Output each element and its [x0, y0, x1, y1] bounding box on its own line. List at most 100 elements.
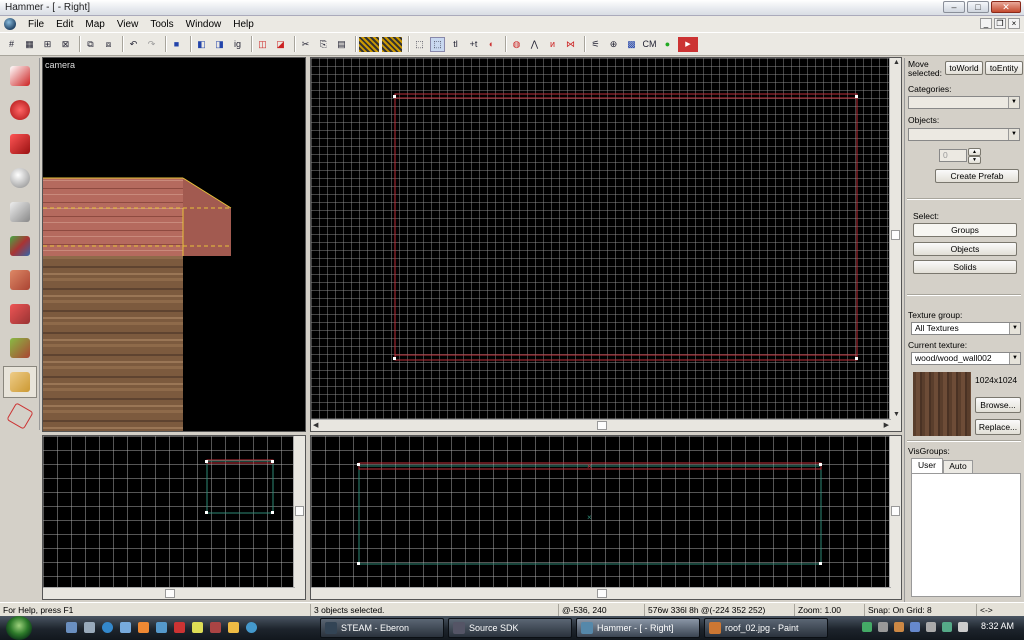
to-entity-button[interactable]: toEntity — [985, 61, 1023, 75]
menu-help[interactable]: Help — [227, 19, 260, 30]
right-viewport[interactable]: ▲ ▼ ◀ ▶ — [310, 57, 902, 432]
smaller-grid-icon[interactable]: ⊞ — [40, 37, 55, 52]
entity-report-icon[interactable]: ◍ — [509, 37, 524, 52]
selection-tool[interactable] — [3, 60, 37, 92]
cm-icon[interactable]: CM — [642, 37, 657, 52]
groups-button[interactable]: Groups — [913, 223, 1017, 237]
magnify-tool[interactable] — [3, 94, 37, 126]
visgroups-list[interactable] — [911, 473, 1021, 597]
ignore-groups-icon[interactable]: ig — [230, 37, 245, 52]
quicklaunch5-icon[interactable] — [228, 622, 239, 633]
tray-icon-1[interactable] — [862, 622, 872, 632]
count-spinner[interactable]: 0 — [939, 149, 967, 162]
mdi-minimize-button[interactable]: _ — [980, 18, 992, 29]
leaf-icon[interactable]: ● — [660, 37, 675, 52]
redo-icon[interactable]: ↷ — [144, 37, 159, 52]
quicklaunch3-icon[interactable] — [192, 622, 203, 633]
show-all-icon[interactable]: ◨ — [212, 37, 227, 52]
toggle-cordon-icon[interactable]: ◫ — [255, 37, 270, 52]
apply-texture-tool[interactable] — [3, 264, 37, 296]
entity-tool[interactable] — [3, 162, 37, 194]
block-tool[interactable] — [3, 196, 37, 228]
app-icon[interactable] — [4, 18, 16, 30]
quicklaunch4-icon[interactable] — [210, 622, 221, 633]
hollow-icon[interactable]: ⧈ — [101, 37, 116, 52]
tl-icon[interactable]: tl — [448, 37, 463, 52]
clipping-tool[interactable] — [3, 366, 37, 398]
larger-grid-icon[interactable]: ⊠ — [58, 37, 73, 52]
task-hammer[interactable]: Hammer - [ - Right] — [576, 618, 700, 638]
texture-tool[interactable] — [3, 230, 37, 262]
copy-icon[interactable]: ⎘ — [316, 37, 331, 52]
spin-down-button[interactable]: ▼ — [968, 156, 981, 164]
overlay-icon[interactable]: ⚟ — [588, 37, 603, 52]
front-viewport-vscroll[interactable] — [293, 436, 305, 599]
globe-icon[interactable]: ⊕ — [606, 37, 621, 52]
displacement-icon[interactable]: ▩ — [624, 37, 639, 52]
group-icon[interactable]: ■ — [169, 37, 184, 52]
carve-icon[interactable]: ⧉ — [83, 37, 98, 52]
ie-icon[interactable] — [102, 622, 113, 633]
menu-view[interactable]: View — [111, 19, 145, 30]
top-viewport-vscroll[interactable] — [889, 436, 901, 599]
quicklaunch6-icon[interactable] — [246, 622, 257, 633]
clip-icon[interactable]: ◐ — [484, 37, 499, 52]
vertex-tool[interactable] — [3, 400, 37, 432]
top-viewport-hscroll[interactable] — [311, 587, 891, 599]
create-prefab-button[interactable]: Create Prefab — [935, 169, 1019, 183]
start-button[interactable] — [6, 616, 32, 640]
replace-button[interactable]: Replace... — [975, 419, 1021, 435]
top-viewport[interactable]: × × — [310, 435, 902, 600]
mdi-restore-button[interactable]: ❐ — [994, 18, 1006, 29]
quicklaunch-icon[interactable] — [156, 622, 167, 633]
run-map-icon[interactable]: ▶ — [678, 36, 698, 52]
quicklaunch2-icon[interactable] — [174, 622, 185, 633]
categories-select[interactable]: ▼ — [908, 96, 1020, 109]
to-world-button[interactable]: toWorld — [945, 61, 983, 75]
front-viewport[interactable] — [42, 435, 306, 600]
close-button[interactable]: ✕ — [991, 1, 1021, 13]
hide-selected-icon[interactable]: ◧ — [194, 37, 209, 52]
undo-icon[interactable]: ↶ — [126, 37, 141, 52]
maximize-button[interactable]: □ — [967, 1, 989, 13]
overlay-tool[interactable] — [3, 332, 37, 364]
tray-icon-4[interactable] — [910, 622, 920, 632]
right-viewport-vscroll[interactable]: ▲ ▼ — [889, 58, 901, 431]
camera-tool[interactable] — [3, 128, 37, 160]
decal-tool[interactable] — [3, 298, 37, 330]
task-source-sdk[interactable]: Source SDK — [448, 618, 572, 638]
minimize-button[interactable]: – — [943, 1, 965, 13]
task-steam[interactable]: STEAM - Eberon — [320, 618, 444, 638]
network-icon[interactable] — [942, 622, 952, 632]
edit-cordon-icon[interactable]: ◪ — [273, 37, 288, 52]
menu-map[interactable]: Map — [79, 19, 110, 30]
grid-icon[interactable]: # — [4, 37, 19, 52]
texture-scale-lock-icon[interactable] — [382, 36, 402, 52]
menu-window[interactable]: Window — [180, 19, 228, 30]
spin-up-button[interactable]: ▲ — [968, 148, 981, 156]
menu-edit[interactable]: Edit — [50, 19, 79, 30]
switch-windows-icon[interactable] — [84, 622, 95, 633]
texture-group-select[interactable]: All Textures ▼ — [911, 322, 1021, 335]
cut-icon[interactable]: ✂ — [298, 37, 313, 52]
right-viewport-hscroll[interactable]: ◀ ▶ — [311, 419, 891, 431]
helper-icon[interactable]: +t — [466, 37, 481, 52]
selection-mode-icon[interactable]: ⬚ — [430, 36, 445, 52]
current-texture-select[interactable]: wood/wood_wall002 ▼ — [911, 352, 1021, 365]
tray-icon-2[interactable] — [878, 622, 888, 632]
task-paint[interactable]: roof_02.jpg - Paint — [704, 618, 828, 638]
paste-icon[interactable]: ▤ — [334, 37, 349, 52]
path-icon[interactable]: ⋀ — [527, 37, 542, 52]
io-icon[interactable]: ⋈ — [563, 37, 578, 52]
solids-button[interactable]: Solids — [913, 260, 1017, 274]
texture-lock-icon[interactable] — [359, 36, 379, 52]
objects-button[interactable]: Objects — [913, 242, 1017, 256]
volume-icon[interactable] — [926, 622, 936, 632]
3d-grid-icon[interactable]: ▦ — [22, 37, 37, 52]
menu-file[interactable]: File — [22, 19, 50, 30]
tab-user[interactable]: User — [911, 458, 943, 473]
show-desktop-icon[interactable] — [66, 622, 77, 633]
front-viewport-hscroll[interactable] — [43, 587, 295, 599]
menu-tools[interactable]: Tools — [144, 19, 179, 30]
tray-icon-3[interactable] — [894, 622, 904, 632]
